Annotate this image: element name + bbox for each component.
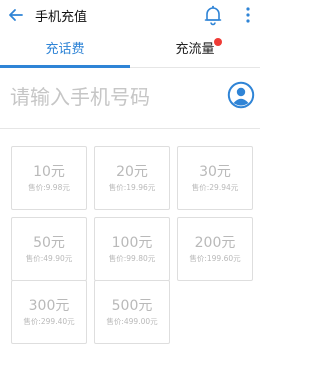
option-amount: 20元 xyxy=(116,164,148,180)
recharge-option[interactable]: 200元 售价:199.60元 xyxy=(177,217,253,281)
option-price: 售价:29.94元 xyxy=(191,183,239,192)
option-price: 售价:49.90元 xyxy=(25,254,73,263)
notification-badge xyxy=(214,38,222,46)
option-price: 售价:199.60元 xyxy=(189,254,241,263)
option-price: 售价:299.40元 xyxy=(23,317,75,326)
tab-phone-credit[interactable]: 充话费 xyxy=(0,34,130,68)
phone-input-row xyxy=(0,69,260,129)
option-price: 售价:19.96元 xyxy=(108,183,156,192)
recharge-option[interactable]: 50元 售价:49.90元 xyxy=(11,217,87,281)
page-title: 手机充值 xyxy=(35,10,88,25)
contact-avatar-icon[interactable] xyxy=(227,81,255,109)
back-arrow-icon[interactable] xyxy=(6,5,26,25)
option-price: 售价:9.98元 xyxy=(28,183,70,192)
bell-icon[interactable] xyxy=(203,4,223,26)
tab-data-plan[interactable]: 充流量 xyxy=(130,34,260,68)
recharge-option[interactable]: 10元 售价:9.98元 xyxy=(11,146,87,210)
option-amount: 30元 xyxy=(199,164,231,180)
recharge-option[interactable]: 300元 售价:299.40元 xyxy=(11,280,87,344)
recharge-option[interactable]: 20元 售价:19.96元 xyxy=(94,146,170,210)
option-amount: 10元 xyxy=(33,164,65,180)
option-amount: 300元 xyxy=(28,298,70,314)
option-price: 售价:499.00元 xyxy=(106,317,158,326)
recharge-option[interactable]: 30元 售价:29.94元 xyxy=(177,146,253,210)
more-vertical-icon[interactable] xyxy=(244,5,252,25)
phone-number-input[interactable] xyxy=(10,79,210,115)
option-price: 售价:99.80元 xyxy=(108,254,156,263)
option-amount: 100元 xyxy=(111,235,153,251)
option-amount: 50元 xyxy=(33,235,65,251)
option-amount: 500元 xyxy=(111,298,153,314)
active-tab-indicator xyxy=(0,65,130,68)
tab-bar: 充话费 充流量 xyxy=(0,34,260,68)
top-bar: 手机充值 xyxy=(0,0,260,30)
recharge-option[interactable]: 100元 售价:99.80元 xyxy=(94,217,170,281)
recharge-option[interactable]: 500元 售价:499.00元 xyxy=(94,280,170,344)
option-amount: 200元 xyxy=(194,235,236,251)
